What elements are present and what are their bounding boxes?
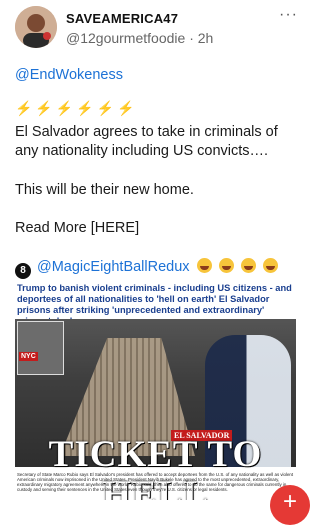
avatar[interactable] [15, 6, 57, 48]
post-text-home: This will be their new home. [15, 182, 194, 198]
post-time: 2h [197, 30, 214, 46]
news-caption: Secretary of State Marco Rubio says El S… [17, 472, 294, 492]
laughing-emoji-icon [262, 258, 278, 273]
laughing-emoji-icon [196, 258, 212, 273]
eight-ball-icon: 8 [15, 263, 31, 279]
lightning-bolts: ⚡⚡⚡⚡⚡⚡ [15, 100, 138, 116]
more-horizontal-icon[interactable]: ··· [279, 6, 298, 24]
post-read-more[interactable]: Read More [HERE] [15, 219, 305, 238]
post-header: SAVEAMERICA47 @12gourmetfoodie · 2h ··· [0, 0, 314, 60]
quote-handle[interactable]: @MagicEightBallRedux [37, 259, 190, 275]
user-handle[interactable]: @12gourmetfoodie [66, 30, 185, 46]
post-text-main: El Salvador agrees to take in criminals … [15, 124, 278, 159]
separator: · [189, 30, 194, 46]
inset-photo [17, 321, 64, 375]
handle-time-row: @12gourmetfoodie · 2h [66, 30, 213, 46]
quote-row: 8 @MagicEightBallRedux [15, 258, 278, 279]
nyc-tag: NYC [19, 352, 38, 361]
mention-link[interactable]: @EndWokeness [15, 66, 305, 85]
laughing-emoji-icon [218, 258, 234, 273]
username[interactable]: SAVEAMERICA47 [66, 11, 178, 26]
laughing-emoji-icon [240, 258, 256, 273]
news-image[interactable]: Trump to banish violent criminals - incl… [15, 280, 296, 500]
compose-button[interactable]: + [270, 485, 310, 525]
